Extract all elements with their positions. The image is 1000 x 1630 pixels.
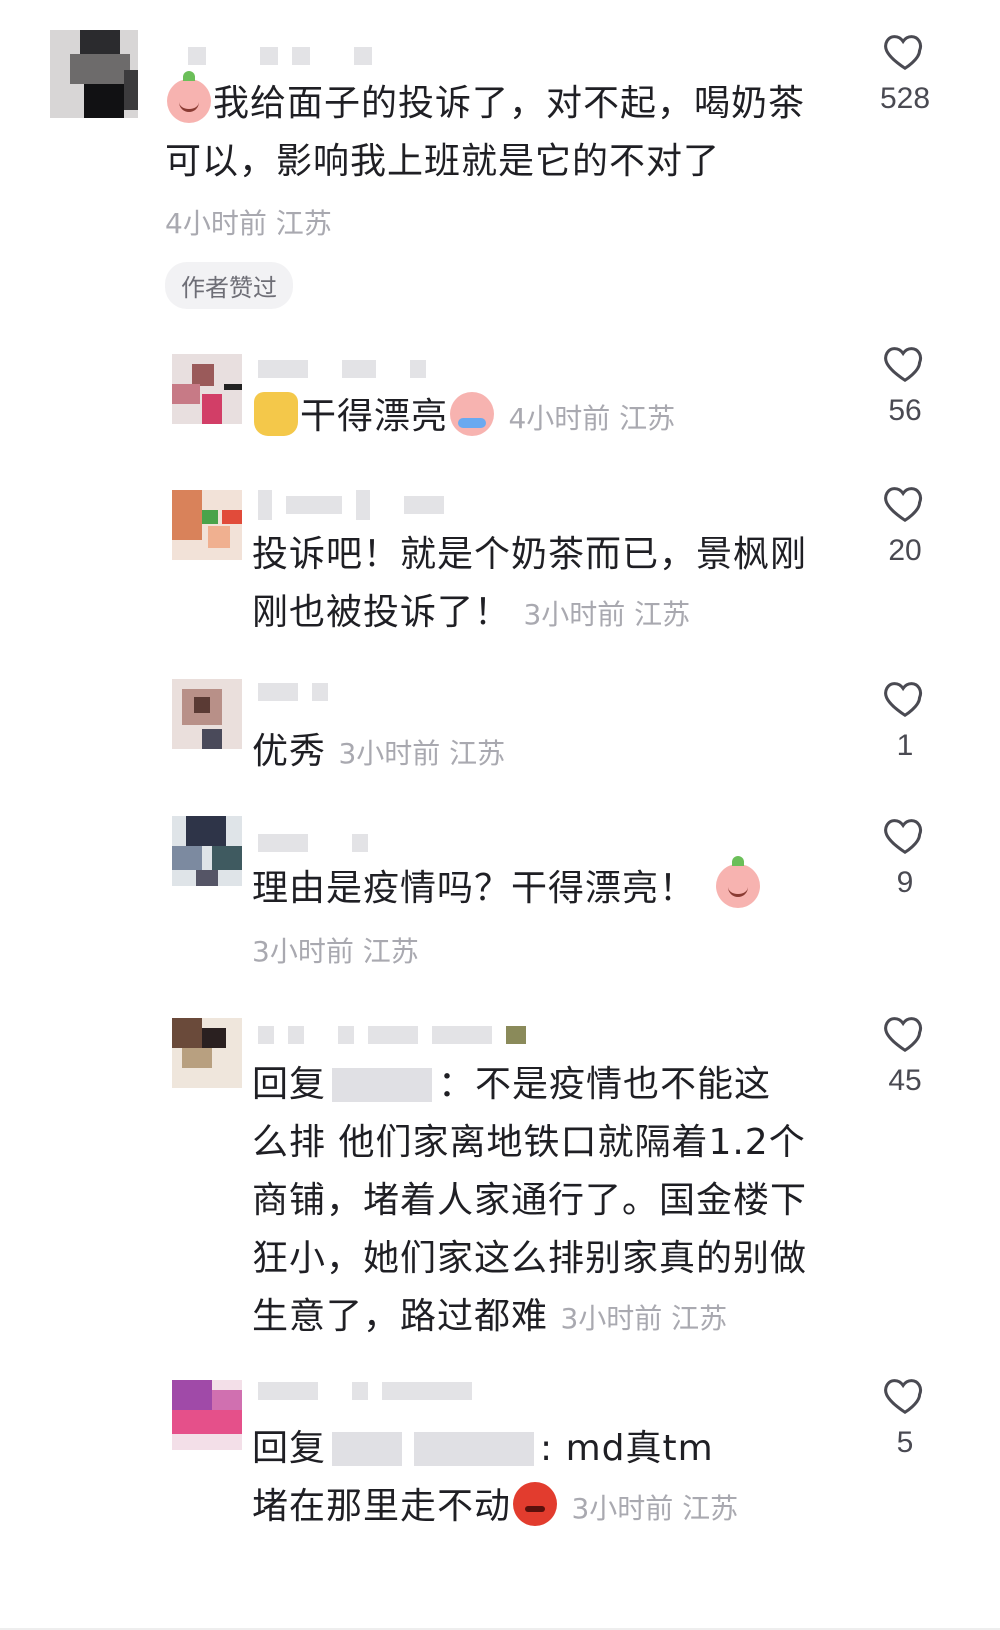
heart-outline-icon[interactable] bbox=[882, 340, 928, 386]
username-blurred[interactable] bbox=[258, 832, 368, 854]
reply-prefix: 回复 bbox=[252, 1428, 327, 1469]
surprised-face-emoji bbox=[716, 856, 761, 908]
reply-prefix: 回复 bbox=[252, 1064, 327, 1105]
like-count: 56 bbox=[888, 394, 922, 427]
baby-face-emoji bbox=[167, 71, 211, 123]
username-blurred[interactable] bbox=[258, 358, 426, 380]
like-button[interactable]: 5 bbox=[870, 1372, 940, 1460]
thumbs-up-emoji bbox=[254, 392, 298, 436]
username-blurred[interactable] bbox=[258, 681, 328, 703]
comment-text: 回复: md真tm 堵在那里走不动 3小时前 江苏 bbox=[252, 1428, 739, 1527]
avatar[interactable] bbox=[50, 30, 138, 118]
avatar[interactable] bbox=[172, 816, 242, 886]
comment-text: 干得漂亮 4小时前 江苏 bbox=[252, 388, 852, 448]
avatar[interactable] bbox=[172, 354, 242, 424]
username-blurred[interactable] bbox=[188, 45, 372, 67]
comment-meta: 4小时前 江苏 bbox=[165, 207, 332, 240]
redacted-username bbox=[332, 1432, 403, 1466]
heart-outline-icon[interactable] bbox=[882, 812, 928, 858]
crying-face-emoji bbox=[450, 392, 495, 436]
redacted-username bbox=[414, 1432, 535, 1466]
comment-text: 优秀 3小时前 江苏 bbox=[252, 731, 506, 772]
comment-meta: 3小时前 江苏 bbox=[252, 935, 419, 968]
like-count: 45 bbox=[888, 1064, 922, 1097]
heart-outline-icon[interactable] bbox=[882, 28, 928, 74]
like-button[interactable]: 45 bbox=[870, 1010, 940, 1098]
avatar[interactable] bbox=[172, 679, 242, 749]
like-button[interactable]: 56 bbox=[870, 340, 940, 428]
like-button[interactable]: 1 bbox=[870, 675, 940, 763]
avatar[interactable] bbox=[172, 490, 242, 560]
heart-outline-icon[interactable] bbox=[882, 675, 928, 721]
heart-outline-icon[interactable] bbox=[882, 480, 928, 526]
author-liked-badge: 作者赞过 bbox=[165, 262, 293, 309]
like-count: 5 bbox=[896, 1426, 914, 1459]
like-button[interactable]: 20 bbox=[870, 480, 940, 568]
angry-face-emoji bbox=[513, 1482, 558, 1526]
comment-text: 回复 ：不是疫情也不能这 么排 他们家离地铁口就隔着1.2个 商铺，堵着人家通行了… bbox=[252, 1064, 808, 1337]
like-count: 528 bbox=[879, 82, 931, 115]
comment-text: 我给面子的投诉了，对不起，喝奶茶 可以，影响我上班就是它的不对了 bbox=[165, 71, 845, 191]
like-button[interactable]: 9 bbox=[870, 812, 940, 900]
comment-meta: 3小时前 江苏 bbox=[560, 1302, 728, 1335]
comment-text: 投诉吧！就是个奶茶而已，景枫刚 刚也被投诉了！ 3小时前 江苏 bbox=[252, 534, 808, 633]
comment-meta: 3小时前 江苏 bbox=[523, 598, 691, 631]
comment-meta: 4小时前 江苏 bbox=[508, 402, 676, 435]
redacted-username bbox=[332, 1068, 433, 1102]
avatar[interactable] bbox=[172, 1380, 242, 1450]
heart-outline-icon[interactable] bbox=[882, 1010, 928, 1056]
username-blurred[interactable] bbox=[258, 490, 444, 520]
avatar[interactable] bbox=[172, 1018, 242, 1088]
comment-meta: 3小时前 江苏 bbox=[338, 737, 506, 770]
comment-meta: 3小时前 江苏 bbox=[571, 1492, 739, 1525]
like-count: 20 bbox=[888, 534, 922, 567]
like-count: 9 bbox=[896, 866, 914, 899]
comment-text: 理由是疫情吗？干得漂亮！ bbox=[252, 856, 852, 918]
like-count: 1 bbox=[896, 729, 914, 762]
username-blurred[interactable] bbox=[258, 1024, 526, 1046]
username-blurred[interactable] bbox=[258, 1380, 472, 1402]
like-button[interactable]: 528 bbox=[870, 28, 940, 116]
heart-outline-icon[interactable] bbox=[882, 1372, 928, 1418]
